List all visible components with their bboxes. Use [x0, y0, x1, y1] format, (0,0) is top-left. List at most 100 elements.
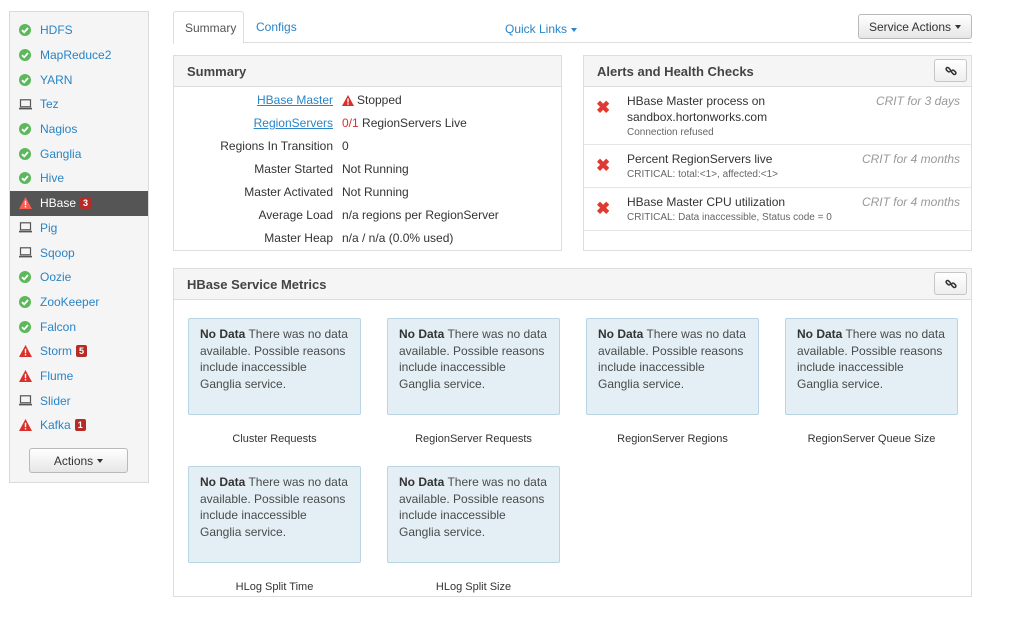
- sidebar-item-mapreduce2[interactable]: MapReduce2: [10, 43, 148, 68]
- critical-x-icon: ✖: [596, 156, 611, 175]
- caret-down-icon: [571, 27, 578, 32]
- laptop-icon: [18, 97, 32, 111]
- summary-label: Master Started: [254, 162, 333, 176]
- no-data-heading: No Data: [598, 327, 644, 341]
- summary-row: Regions In Transition 0: [174, 138, 561, 154]
- no-data-chart-card: No Data There was no data available. Pos…: [188, 318, 361, 415]
- warning-icon: [18, 344, 32, 358]
- metric-chart-label: HLog Split Size: [435, 581, 512, 593]
- alert-count-badge: 3: [80, 197, 92, 210]
- metric-chart-label: Cluster Requests: [232, 433, 317, 445]
- alerts-panel-title: Alerts and Health Checks: [597, 63, 754, 79]
- summary-label: Master Heap: [264, 231, 333, 245]
- sidebar-item-label: Hive: [40, 171, 65, 186]
- tab-summary[interactable]: Summary: [173, 11, 244, 44]
- check-circle-icon: [18, 171, 32, 185]
- alert-duration: CRIT for 4 months: [861, 195, 960, 209]
- no-data-chart-card: No Data There was no data available. Pos…: [188, 466, 361, 563]
- alert-title: Percent RegionServers live: [627, 152, 773, 166]
- sidebar-item-ganglia[interactable]: Ganglia: [10, 141, 148, 166]
- metric-chart-label: HLog Split Time: [235, 581, 314, 593]
- sidebar-item-hbase[interactable]: HBase 3: [10, 190, 148, 216]
- sidebar-item-label: Storm: [40, 344, 73, 359]
- alert-count-badge: 1: [74, 419, 86, 432]
- sidebar-item-sqoop[interactable]: Sqoop: [10, 240, 148, 265]
- sidebar-item-label: Ganglia: [40, 146, 82, 161]
- hbase-master-link[interactable]: HBase Master: [257, 93, 333, 107]
- sidebar-item-pig[interactable]: Pig: [10, 216, 148, 241]
- tab-configs[interactable]: Configs: [245, 11, 308, 43]
- summary-value: Stopped: [342, 93, 402, 107]
- services-nav: HDFS MapReduce2 YARN Tez Nagios Ganglia Hive HB…: [10, 18, 148, 438]
- warning-icon: [18, 196, 32, 210]
- no-data-chart-card: No Data There was no data available. Pos…: [387, 466, 560, 563]
- check-circle-icon: [18, 320, 32, 334]
- alert-item[interactable]: ✖ HBase Master CPU utilization CRITICAL:…: [584, 189, 971, 231]
- summary-panel: Summary HBase Master Stopped RegionServe…: [173, 55, 562, 251]
- service-actions-button[interactable]: Service Actions: [858, 14, 972, 39]
- service-metrics-panel: HBase Service Metrics No Data There was …: [173, 268, 972, 597]
- alert-item[interactable]: ✖ Percent RegionServers live CRITICAL: t…: [584, 146, 971, 188]
- sidebar-item-yarn[interactable]: YARN: [10, 67, 148, 92]
- summary-row: Master Heap n/a / n/a (0.0% used): [174, 230, 561, 246]
- sidebar-item-label: Nagios: [40, 122, 78, 137]
- no-data-heading: No Data: [399, 327, 445, 341]
- no-data-heading: No Data: [200, 475, 246, 489]
- regionservers-count: 0/1: [342, 116, 359, 130]
- sidebar-item-nagios[interactable]: Nagios: [10, 117, 148, 142]
- no-data-heading: No Data: [399, 475, 445, 489]
- alert-item[interactable]: ✖ HBase Master process on sandbox.horton…: [584, 88, 971, 145]
- sidebar-item-label: Tez: [40, 97, 59, 112]
- caret-down-icon: [97, 458, 104, 463]
- quick-links-dropdown[interactable]: Quick Links: [505, 22, 578, 36]
- check-circle-icon: [18, 122, 32, 136]
- sidebar-item-oozie[interactable]: Oozie: [10, 265, 148, 290]
- sidebar-item-flume[interactable]: Flume: [10, 364, 148, 389]
- check-circle-icon: [18, 270, 32, 284]
- metric-chart-label: RegionServer Queue Size: [807, 433, 936, 445]
- metrics-link-button[interactable]: [934, 272, 967, 295]
- sidebar-item-hdfs[interactable]: HDFS: [10, 18, 148, 43]
- actions-button-label: Actions: [53, 453, 94, 468]
- summary-value: n/a / n/a (0.0% used): [342, 231, 454, 245]
- summary-value: Not Running: [342, 185, 409, 199]
- summary-row: Master Activated Not Running: [174, 184, 561, 200]
- sidebar-item-falcon[interactable]: Falcon: [10, 314, 148, 339]
- summary-panel-title: Summary: [174, 56, 561, 87]
- sidebar-item-label: Falcon: [40, 319, 77, 334]
- link-icon: [944, 279, 957, 288]
- no-data-chart-card: No Data There was no data available. Pos…: [586, 318, 759, 415]
- sidebar-item-slider[interactable]: Slider: [10, 388, 148, 413]
- sidebar-item-storm[interactable]: Storm 5: [10, 339, 148, 364]
- regionservers-live: RegionServers Live: [362, 116, 467, 130]
- regionservers-link[interactable]: RegionServers: [254, 116, 333, 130]
- summary-row-regionservers: RegionServers 0/1 RegionServers Live: [174, 115, 561, 131]
- sidebar-item-label: Oozie: [40, 270, 72, 285]
- sidebar-item-label: ZooKeeper: [40, 294, 100, 309]
- sidebar-item-label: HDFS: [40, 23, 73, 38]
- actions-button[interactable]: Actions: [29, 448, 128, 473]
- quick-links-label: Quick Links: [505, 22, 568, 36]
- check-circle-icon: [18, 295, 32, 309]
- sidebar-item-zookeeper[interactable]: ZooKeeper: [10, 290, 148, 315]
- check-circle-icon: [18, 73, 32, 87]
- alert-detail: CRITICAL: total:<1>, affected:<1>: [627, 169, 779, 180]
- warning-icon: [18, 369, 32, 383]
- sidebar-item-label: Pig: [40, 220, 58, 235]
- alerts-panel-header: Alerts and Health Checks: [584, 56, 971, 87]
- summary-row: Average Load n/a regions per RegionServe…: [174, 207, 561, 223]
- check-circle-icon: [18, 23, 32, 37]
- sidebar-item-label: MapReduce2: [40, 48, 112, 63]
- alert-title: HBase Master process on sandbox.hortonwo…: [627, 94, 768, 124]
- alerts-link-button[interactable]: [934, 59, 967, 82]
- sidebar-item-kafka[interactable]: Kafka 1: [10, 413, 148, 438]
- laptop-icon: [18, 394, 32, 408]
- metric-chart-label: RegionServer Requests: [415, 433, 532, 445]
- summary-label: Regions In Transition: [220, 139, 333, 153]
- metrics-panel-title: HBase Service Metrics: [187, 276, 327, 292]
- sidebar-item-hive[interactable]: Hive: [10, 166, 148, 191]
- link-icon: [944, 66, 957, 75]
- sidebar-item-tez[interactable]: Tez: [10, 92, 148, 117]
- summary-value: Not Running: [342, 162, 409, 176]
- sidebar-item-label: Kafka: [40, 418, 71, 433]
